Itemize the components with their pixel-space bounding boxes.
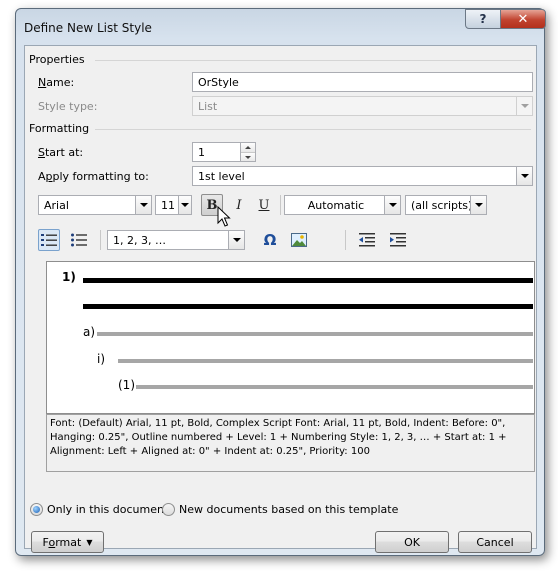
underline-button[interactable]: U	[253, 194, 275, 216]
properties-section-title: Properties	[29, 53, 85, 66]
radio-only-this-document[interactable]: Only in this document	[30, 503, 168, 516]
close-button[interactable]: ✕	[500, 9, 546, 29]
decrease-indent-button[interactable]	[356, 229, 378, 251]
start-at-spinner[interactable]: 1	[192, 142, 256, 162]
font-name-value: Arial	[44, 199, 69, 212]
script-value: (all scripts)	[411, 199, 473, 212]
insert-picture-icon	[291, 233, 307, 247]
numbering-style-value: 1, 2, 3, …	[113, 234, 166, 247]
preview-level-4-line	[136, 385, 533, 389]
preview-level-1-line	[83, 278, 533, 283]
italic-button[interactable]: I	[228, 194, 250, 216]
spinner-arrows[interactable]	[240, 143, 255, 161]
spin-up-icon[interactable]	[241, 143, 255, 152]
name-label: Name:	[38, 76, 75, 89]
style-type-label: Style type:	[38, 100, 98, 113]
dialog-client-area: Properties Name: OrStyle Style type: Lis…	[24, 45, 537, 553]
format-button-label: Format	[42, 535, 82, 549]
numbered-list-button[interactable]	[38, 229, 60, 251]
radio-unselected-icon[interactable]	[162, 503, 175, 516]
preview-level-2-line	[97, 332, 533, 336]
formatting-separator	[95, 129, 531, 130]
chevron-down-icon[interactable]	[384, 196, 400, 214]
font-size-select[interactable]: 11	[155, 195, 192, 215]
bulleted-list-button[interactable]	[68, 229, 90, 251]
properties-separator	[95, 60, 531, 61]
toolbar-divider	[345, 230, 346, 250]
ok-button[interactable]: OK	[375, 531, 449, 553]
chevron-down-icon[interactable]	[178, 196, 191, 214]
apply-formatting-value: 1st level	[198, 170, 245, 183]
name-field[interactable]: OrStyle	[192, 72, 533, 92]
chevron-down-icon[interactable]	[516, 167, 532, 185]
spin-down-icon[interactable]	[241, 152, 255, 161]
decrease-indent-icon	[359, 233, 375, 247]
script-select[interactable]: (all scripts)	[405, 195, 487, 215]
toolbar-divider	[280, 195, 281, 215]
preview-level-4-number: (1)	[118, 378, 135, 392]
cancel-button[interactable]: Cancel	[458, 531, 532, 553]
start-at-value: 1	[198, 146, 205, 159]
radio-new-documents[interactable]: New documents based on this template	[162, 503, 398, 516]
preview-level-3-number: i)	[97, 352, 106, 366]
font-size-value: 11	[161, 199, 175, 212]
preview-level-2-number: a)	[83, 325, 96, 339]
chevron-down-icon	[516, 97, 532, 115]
formatting-section-title: Formatting	[29, 122, 90, 135]
radio-selected-icon[interactable]	[30, 503, 43, 516]
chevron-down-icon[interactable]	[470, 196, 486, 214]
style-type-select: List	[192, 96, 533, 116]
insert-picture-button[interactable]	[288, 229, 310, 251]
toolbar-divider	[100, 230, 101, 250]
numbered-list-icon	[41, 234, 57, 246]
bulleted-list-icon	[71, 233, 87, 247]
dialog-window: Define New List Style ? ✕ Properties Nam…	[15, 8, 546, 556]
font-color-value: Automatic	[307, 199, 365, 212]
style-description: Font: (Default) Arial, 11 pt, Bold, Comp…	[46, 414, 535, 472]
style-type-value: List	[198, 100, 218, 113]
font-color-select[interactable]: Automatic	[284, 195, 401, 215]
list-preview: 1) a) i) (1)	[46, 261, 535, 414]
insert-symbol-button[interactable]: Ω	[259, 229, 281, 251]
mouse-cursor-icon	[217, 206, 231, 227]
font-name-select[interactable]: Arial	[38, 195, 152, 215]
apply-formatting-select[interactable]: 1st level	[192, 166, 533, 186]
increase-indent-button[interactable]	[387, 229, 409, 251]
chevron-down-icon[interactable]	[135, 196, 151, 214]
new-documents-label: New documents based on this template	[179, 503, 399, 516]
only-this-document-label: Only in this document	[47, 503, 169, 516]
help-button[interactable]: ?	[465, 9, 501, 29]
chevron-down-icon[interactable]	[228, 231, 244, 249]
numbering-style-select[interactable]: 1, 2, 3, …	[107, 230, 245, 250]
dropdown-arrow-icon: ▼	[86, 537, 93, 547]
start-at-label: Start at:	[38, 146, 84, 159]
dialog-title: Define New List Style	[24, 21, 152, 35]
preview-level-1-number: 1)	[62, 270, 76, 284]
increase-indent-icon	[390, 233, 406, 247]
preview-level-1-line	[83, 304, 533, 309]
apply-formatting-label: Apply formatting to:	[38, 170, 149, 183]
preview-level-3-line	[118, 359, 533, 363]
format-button[interactable]: Format ▼	[31, 531, 104, 553]
